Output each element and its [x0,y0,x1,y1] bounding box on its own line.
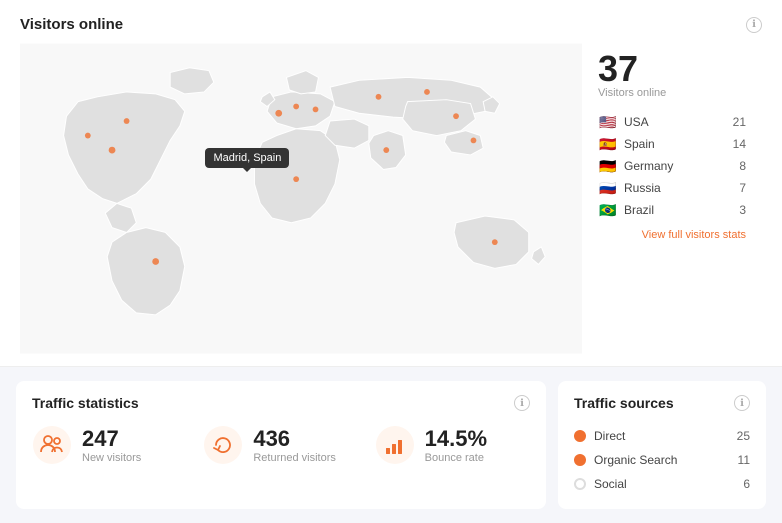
country-count: 8 [739,159,746,173]
returned-visitors-value: 436 [253,426,336,452]
traffic-stats-info-icon[interactable]: ℹ [514,395,530,411]
bounce-rate-label: Bounce rate [425,452,487,464]
country-count: 14 [733,137,746,151]
source-count: 25 [737,429,750,443]
source-name: Organic Search [594,453,730,467]
bottom-section: Traffic statistics ℹ [0,367,782,523]
source-count: 11 [738,453,750,467]
new-visitors-icon [32,425,72,465]
info-icon[interactable]: ℹ [746,17,762,33]
new-visitors-text: 247 New visitors [82,426,141,464]
page-title: Visitors online [20,16,123,33]
country-name: Spain [624,137,727,151]
country-flag: 🇷🇺 [598,181,618,195]
country-flag: 🇩🇪 [598,159,618,173]
visitors-count: 37 [598,51,746,87]
bounce-rate-icon [375,425,415,465]
source-dot-icon [574,430,586,442]
returned-visitors-text: 436 Returned visitors [253,426,336,464]
country-flag: 🇺🇸 [598,115,618,129]
traffic-sources-info-icon[interactable]: ℹ [734,395,750,411]
traffic-sources-card: Traffic sources ℹ Direct 25 Organic Search… [558,381,766,509]
country-flag: 🇪🇸 [598,137,618,151]
country-list: 🇺🇸 USA 21 🇪🇸 Spain 14 🇩🇪 Germany 8 🇷🇺 Ru… [598,115,746,217]
country-item: 🇷🇺 Russia 7 [598,181,746,195]
country-count: 21 [733,115,746,129]
country-count: 3 [739,203,746,217]
map-stats-container: Madrid, Spain 37 Visitors online 🇺🇸 USA … [20,41,762,356]
country-item: 🇩🇪 Germany 8 [598,159,746,173]
source-name: Social [594,477,735,491]
country-name: Russia [624,181,733,195]
bounce-rate-value: 14.5% [425,426,487,452]
stats-row: 247 New visitors 436 [32,425,530,465]
country-name: Brazil [624,203,733,217]
visitors-online-label: Visitors online [598,87,746,99]
source-count: 6 [743,477,750,491]
world-map-svg [20,41,582,356]
country-item: 🇪🇸 Spain 14 [598,137,746,151]
source-list: Direct 25 Organic Search 11Social 6 [574,429,750,491]
country-item: 🇧🇷 Brazil 3 [598,203,746,217]
source-name: Direct [594,429,729,443]
traffic-stats-title: Traffic statistics [32,395,139,411]
country-item: 🇺🇸 USA 21 [598,115,746,129]
country-name: USA [624,115,727,129]
country-flag: 🇧🇷 [598,203,618,217]
new-visitors-value: 247 [82,426,141,452]
source-item: Social 6 [574,477,750,491]
source-dot-icon [574,454,586,466]
traffic-stats-header: Traffic statistics ℹ [32,395,530,411]
new-visitors-label: New visitors [82,452,141,464]
returned-visitors-label: Returned visitors [253,452,336,464]
visitors-online-section: Visitors online ℹ [0,0,782,367]
section-header: Visitors online ℹ [20,16,762,33]
country-count: 7 [739,181,746,195]
country-name: Germany [624,159,733,173]
source-dot-icon [574,478,586,490]
bounce-rate-text: 14.5% Bounce rate [425,426,487,464]
traffic-sources-title: Traffic sources [574,395,674,411]
source-item: Direct 25 [574,429,750,443]
bounce-rate-stat: 14.5% Bounce rate [375,425,530,465]
source-item: Organic Search 11 [574,453,750,467]
traffic-sources-header: Traffic sources ℹ [574,395,750,411]
world-map-container: Madrid, Spain [20,41,582,356]
view-full-stats-link[interactable]: View full visitors stats [598,229,746,241]
new-visitors-stat: 247 New visitors [32,425,187,465]
stats-panel: 37 Visitors online 🇺🇸 USA 21 🇪🇸 Spain 14… [582,41,762,356]
returned-visitors-stat: 436 Returned visitors [203,425,358,465]
returned-visitors-icon [203,425,243,465]
traffic-stats-card: Traffic statistics ℹ [16,381,546,509]
